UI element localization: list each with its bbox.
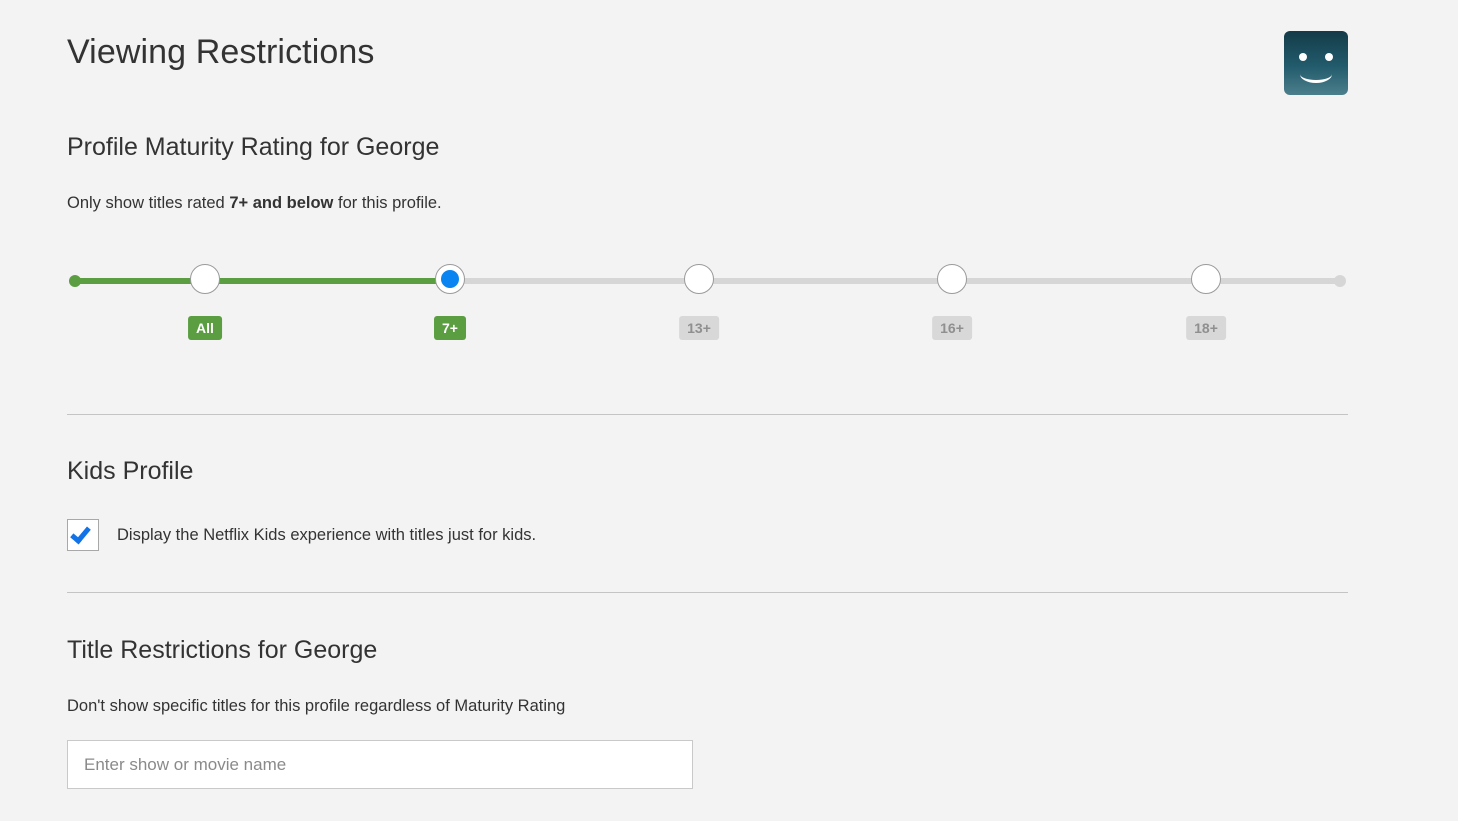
avatar-smile-icon	[1300, 64, 1332, 83]
slider-label-all[interactable]: All	[188, 316, 222, 340]
page-title: Viewing Restrictions	[67, 33, 375, 71]
kids-profile-row: Display the Netflix Kids experience with…	[67, 519, 536, 551]
avatar-eye-left-icon	[1299, 53, 1307, 61]
slider-filled-range	[75, 278, 450, 284]
maturity-desc-suffix: for this profile.	[333, 194, 442, 212]
slider-end-cap-icon	[1334, 275, 1346, 287]
maturity-desc-prefix: Only show titles rated	[67, 194, 230, 212]
section-divider	[67, 592, 1348, 593]
kids-experience-checkbox-label: Display the Netflix Kids experience with…	[117, 526, 537, 544]
maturity-rating-heading: Profile Maturity Rating for George	[67, 133, 440, 161]
maturity-rating-description: Only show titles rated 7+ and below for …	[67, 192, 442, 214]
profile-avatar[interactable]	[1284, 31, 1348, 95]
title-restrictions-description: Don't show specific titles for this prof…	[67, 697, 566, 715]
page-header: Viewing Restrictions	[67, 30, 1348, 95]
viewing-restrictions-page: Viewing Restrictions Profile Maturity Ra…	[0, 0, 1458, 821]
slider-thumb-7plus[interactable]	[435, 264, 465, 294]
title-search-input[interactable]	[68, 741, 692, 788]
slider-thumb-all[interactable]	[190, 264, 220, 294]
slider-label-13plus[interactable]: 13+	[679, 316, 719, 340]
kids-experience-checkbox[interactable]	[67, 519, 99, 551]
slider-label-16plus[interactable]: 16+	[932, 316, 972, 340]
slider-thumb-18plus[interactable]	[1191, 264, 1221, 294]
section-divider	[67, 414, 1348, 415]
slider-label-7plus[interactable]: 7+	[434, 316, 466, 340]
kids-profile-heading: Kids Profile	[67, 457, 194, 485]
title-search-box[interactable]	[67, 740, 693, 789]
avatar-eye-right-icon	[1325, 53, 1333, 61]
title-restrictions-heading: Title Restrictions for George	[67, 636, 378, 664]
slider-thumb-selected-dot	[441, 270, 459, 288]
maturity-slider[interactable]: All 7+ 13+ 16+ 18+	[67, 264, 1348, 354]
slider-thumb-16plus[interactable]	[937, 264, 967, 294]
slider-thumb-13plus[interactable]	[684, 264, 714, 294]
slider-label-18plus[interactable]: 18+	[1186, 316, 1226, 340]
maturity-desc-value: 7+ and below	[229, 194, 334, 212]
slider-start-cap-icon	[69, 275, 81, 287]
checkmark-icon	[70, 522, 91, 545]
